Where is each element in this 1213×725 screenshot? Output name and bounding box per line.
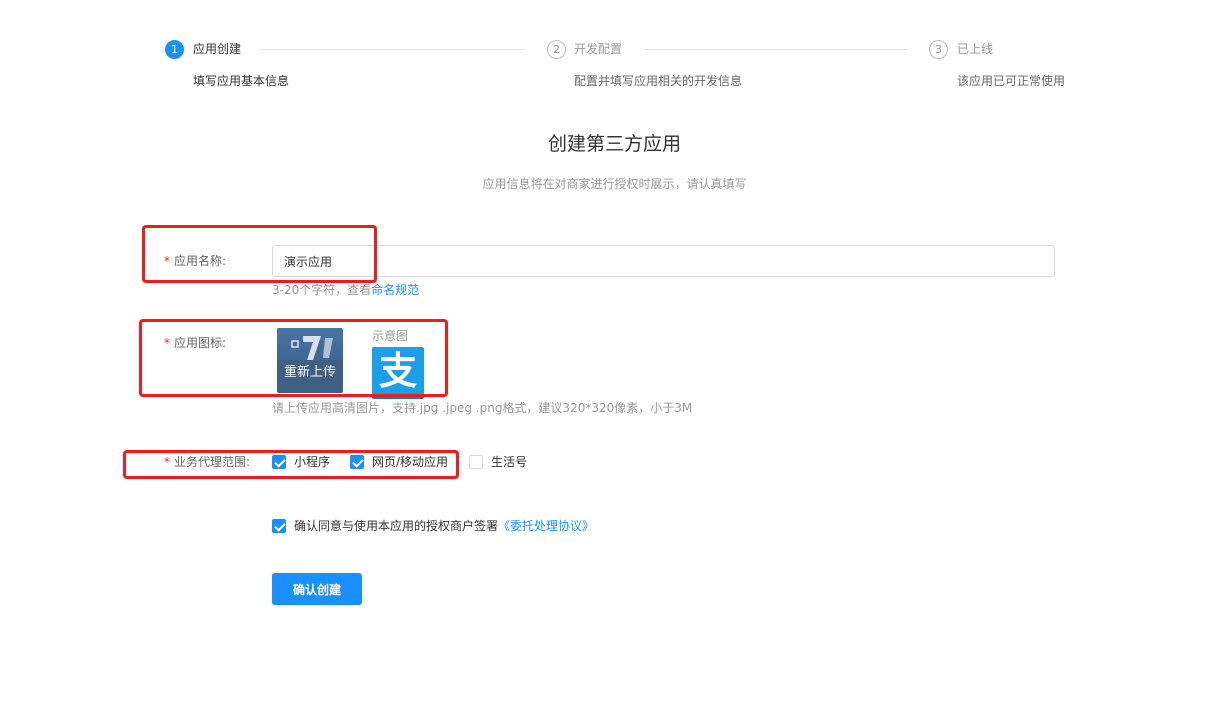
alipay-icon: 支 bbox=[378, 349, 417, 393]
required-mark: * bbox=[164, 254, 170, 268]
reupload-label: 重新上传 bbox=[283, 365, 336, 380]
step-1-number: 1 bbox=[165, 40, 184, 59]
step-connector-1 bbox=[260, 49, 526, 50]
scope-label-text: 业务代理范围: bbox=[174, 455, 251, 469]
scope-miniprogram-label[interactable]: 小程序 bbox=[294, 454, 330, 470]
app-icon-hint: 请上传应用高清图片，支持.jpg .jpeg .png格式，建议320*320像… bbox=[272, 401, 693, 415]
app-name-hint-text: 3-20个字符，查看 bbox=[272, 283, 372, 297]
app-icon-label: * 应用图标: bbox=[164, 335, 226, 351]
page-title: 创建第三方应用 bbox=[547, 133, 681, 155]
scope-label: * 业务代理范围: bbox=[164, 454, 250, 470]
scope-miniprogram-checkbox[interactable] bbox=[272, 455, 286, 469]
scope-web-mobile-checkbox[interactable] bbox=[350, 455, 364, 469]
scope-web-mobile-label[interactable]: 网页/移动应用 bbox=[372, 454, 448, 470]
example-image: 支 bbox=[372, 347, 424, 399]
required-mark: * bbox=[164, 336, 170, 350]
page-subtitle: 应用信息将在对商家进行授权时展示，请认真填写 bbox=[482, 177, 747, 191]
app-name-hint: 3-20个字符，查看命名规范 bbox=[272, 282, 419, 298]
step-2-number: 2 bbox=[547, 40, 566, 59]
scope-lifestyle-checkbox[interactable] bbox=[469, 455, 483, 469]
example-image-shadow bbox=[372, 395, 424, 399]
agreement-text-body: 确认同意与使用本应用的授权商户签署 bbox=[294, 519, 499, 533]
uploaded-icon-image bbox=[277, 328, 343, 360]
confirm-create-button[interactable]: 确认创建 bbox=[272, 573, 362, 605]
required-mark: * bbox=[164, 455, 170, 469]
step-3-number: 3 bbox=[929, 40, 948, 59]
app-name-input[interactable] bbox=[272, 245, 1055, 277]
scope-lifestyle-label[interactable]: 生活号 bbox=[491, 454, 527, 470]
agreement-text: 确认同意与使用本应用的授权商户签署《委托处理协议》 bbox=[294, 518, 594, 534]
agreement-checkbox[interactable] bbox=[272, 519, 286, 533]
naming-rules-link[interactable]: 命名规范 bbox=[371, 283, 419, 297]
example-label: 示意图 bbox=[372, 329, 409, 343]
agreement-link[interactable]: 《委托处理协议》 bbox=[498, 519, 594, 533]
uploaded-logo-icon bbox=[291, 336, 333, 360]
step-2-title: 开发配置 bbox=[574, 42, 623, 56]
app-name-label: * 应用名称: bbox=[164, 253, 226, 269]
step-connector-2 bbox=[643, 49, 909, 50]
step-1-title: 应用创建 bbox=[193, 42, 242, 56]
step-1-desc: 填写应用基本信息 bbox=[193, 74, 290, 88]
step-2-desc: 配置并填写应用相关的开发信息 bbox=[574, 74, 743, 88]
app-icon-label-text: 应用图标: bbox=[174, 336, 227, 350]
icon-upload-box[interactable]: 重新上传 bbox=[277, 328, 343, 393]
app-name-label-text: 应用名称: bbox=[174, 254, 227, 268]
step-3-desc: 该应用已可正常使用 bbox=[957, 74, 1066, 88]
step-3-title: 已上线 bbox=[957, 42, 994, 56]
